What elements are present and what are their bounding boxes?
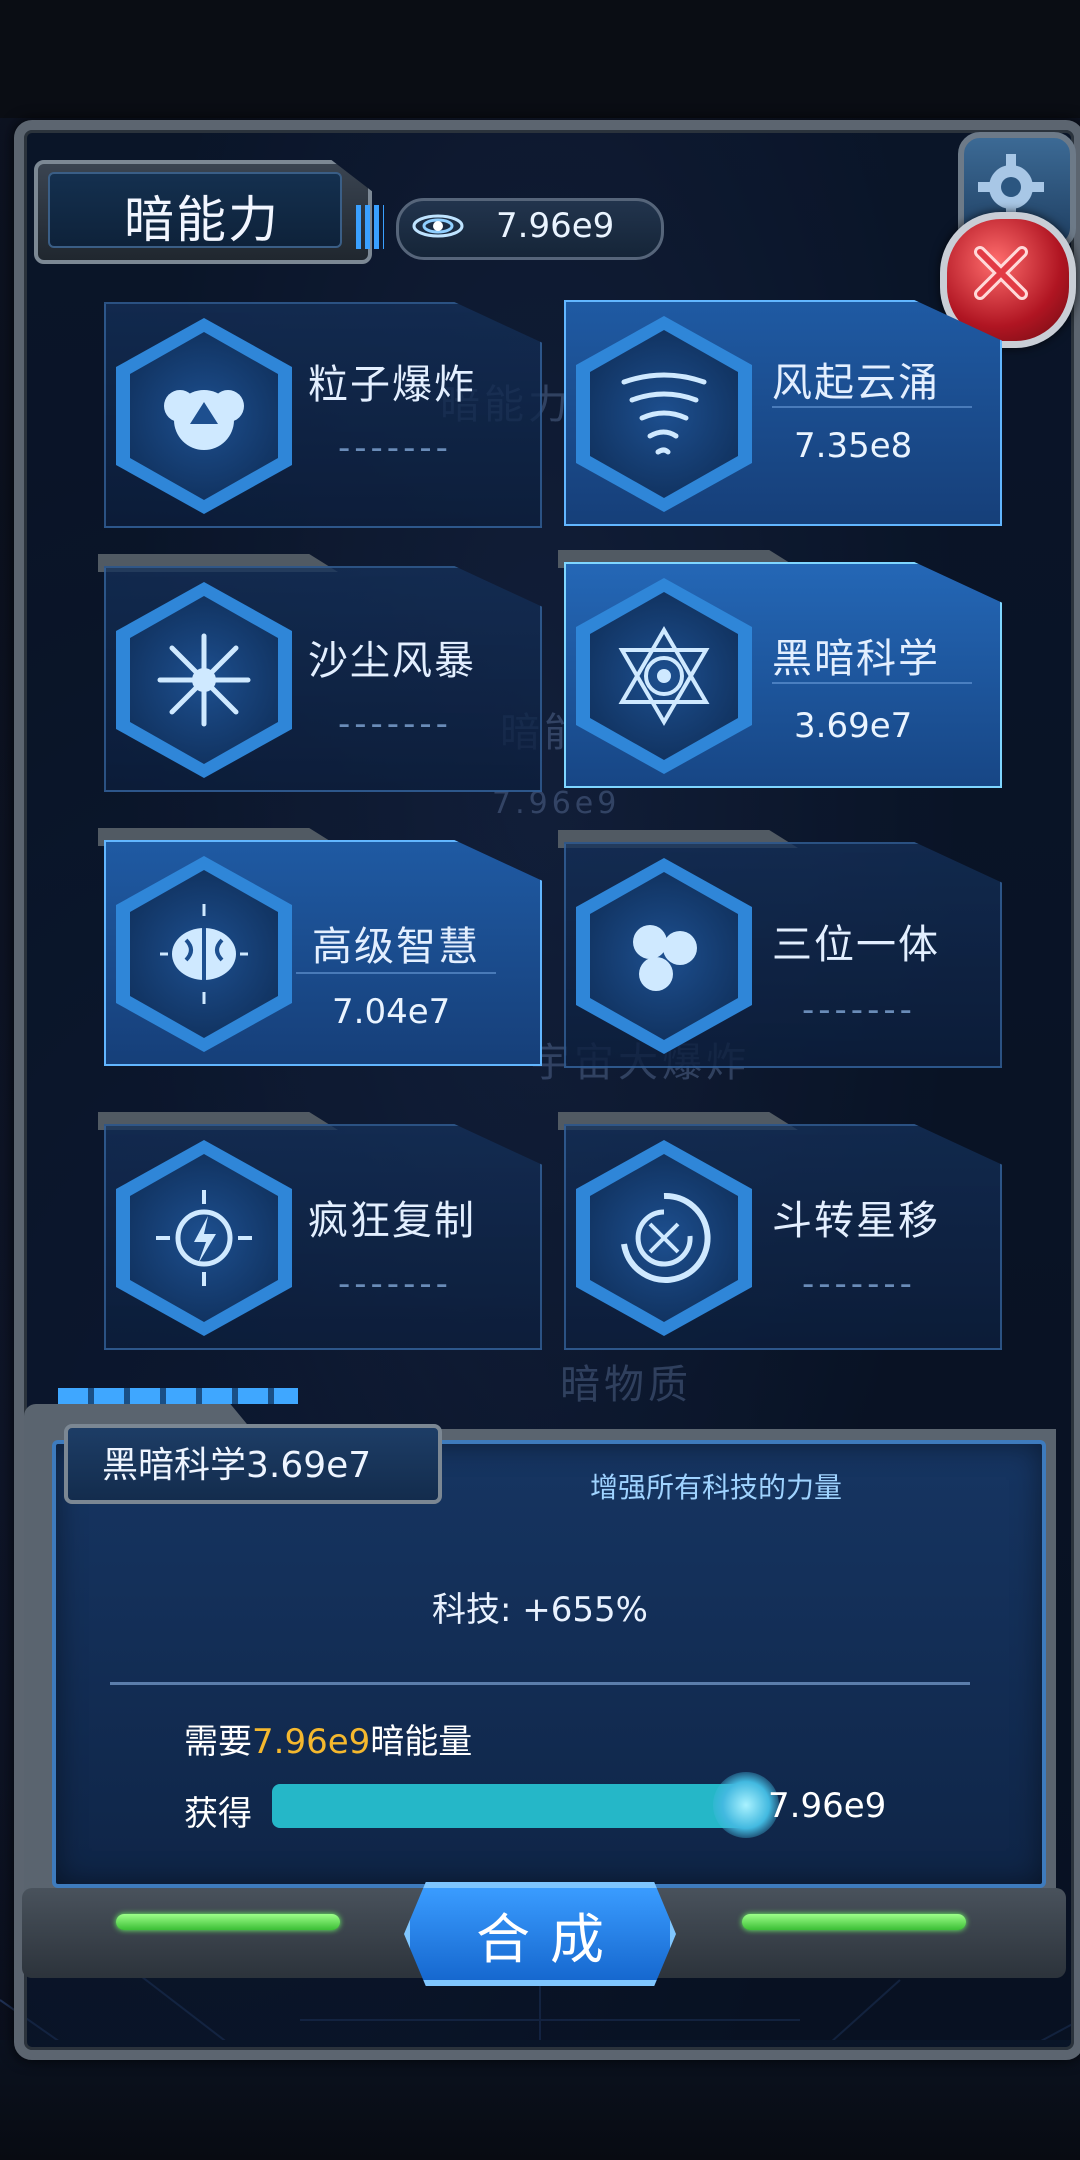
ability-value: ------- — [802, 990, 916, 1030]
ability-name: 三位一体 — [772, 922, 940, 968]
ability-name: 斗转星移 — [772, 1198, 940, 1244]
ghost-text: 暗物质 — [560, 1362, 692, 1408]
ability-card-star-shift[interactable]: 斗转星移 ------- — [564, 1124, 1002, 1350]
divider — [772, 406, 972, 408]
sandstorm-icon — [157, 633, 251, 727]
ability-name: 粒子爆炸 — [308, 362, 476, 408]
particle-explosion-icon — [164, 390, 244, 450]
requirement-amount: 7.96e9 — [252, 1722, 371, 1762]
ability-icon-frame — [116, 856, 292, 1052]
ability-card-particle-explosion[interactable]: 粒子爆炸 ------- — [104, 302, 542, 528]
ability-name: 风起云涌 — [772, 360, 940, 406]
ability-card-sandstorm[interactable]: 沙尘风暴 ------- — [104, 566, 542, 792]
ability-card-trinity[interactable]: 三位一体 ------- — [564, 842, 1002, 1068]
synthesize-button[interactable]: 合成 — [404, 1882, 676, 1986]
divider — [110, 1682, 970, 1685]
ability-card-crazy-replication[interactable]: 疯狂复制 ------- — [104, 1124, 542, 1350]
energy-value: 7.96e9 — [496, 206, 615, 246]
ability-name: 黑暗科学 — [772, 636, 940, 682]
progress-fill — [272, 1784, 756, 1828]
galaxy-icon — [412, 214, 464, 238]
vortex-icon — [621, 1192, 711, 1283]
ability-effect: 科技: +655% — [432, 1590, 648, 1630]
right-indicator — [742, 1914, 966, 1930]
ability-value: ------- — [338, 704, 452, 744]
ability-value: ------- — [338, 1264, 452, 1304]
left-indicator — [116, 1914, 340, 1930]
close-icon — [974, 246, 1028, 300]
ability-icon-frame — [116, 318, 292, 514]
ability-card-dark-science[interactable]: 黑暗科学 3.69e7 — [564, 562, 1002, 788]
page-title: 暗能力 — [124, 191, 280, 249]
tornado-icon — [621, 372, 707, 455]
ability-icon-frame — [116, 1140, 292, 1336]
obtain-value: 7.96e9 — [768, 1786, 887, 1826]
ability-value: 3.69e7 — [794, 706, 913, 746]
status-area — [0, 0, 1080, 118]
ability-icon-frame — [576, 578, 752, 774]
ability-icon-frame — [576, 858, 752, 1054]
hexagram-icon — [618, 626, 710, 726]
obtain-label: 获得 — [184, 1794, 252, 1834]
ability-name: 疯狂复制 — [308, 1198, 476, 1244]
ability-icon-frame — [576, 1140, 752, 1336]
ability-icon-frame — [576, 316, 752, 512]
selected-ability-title: 黑暗科学3.69e7 — [102, 1445, 372, 1486]
trinity-icon — [633, 925, 697, 991]
divider — [772, 682, 972, 684]
ability-card-tornado[interactable]: 风起云涌 7.35e8 — [564, 300, 1002, 526]
ability-card-advanced-wisdom[interactable]: 高级智慧 7.04e7 — [104, 840, 542, 1066]
ability-icon-frame — [116, 582, 292, 778]
divider — [296, 972, 496, 974]
requirement-text: 需要7.96e9暗能量 — [184, 1722, 473, 1762]
ability-description: 增强所有科技的力量 — [590, 1471, 843, 1504]
brain-icon — [160, 904, 248, 1004]
ability-value: 7.35e8 — [794, 426, 913, 466]
ability-value: 7.04e7 — [332, 992, 451, 1032]
lightning-icon — [156, 1190, 252, 1286]
panel-indicator — [58, 1388, 298, 1404]
ability-value: ------- — [338, 428, 452, 468]
ability-name: 沙尘风暴 — [308, 638, 476, 684]
title-stripes — [356, 205, 384, 249]
ability-name: 高级智慧 — [312, 924, 480, 970]
ability-value: ------- — [802, 1264, 916, 1304]
